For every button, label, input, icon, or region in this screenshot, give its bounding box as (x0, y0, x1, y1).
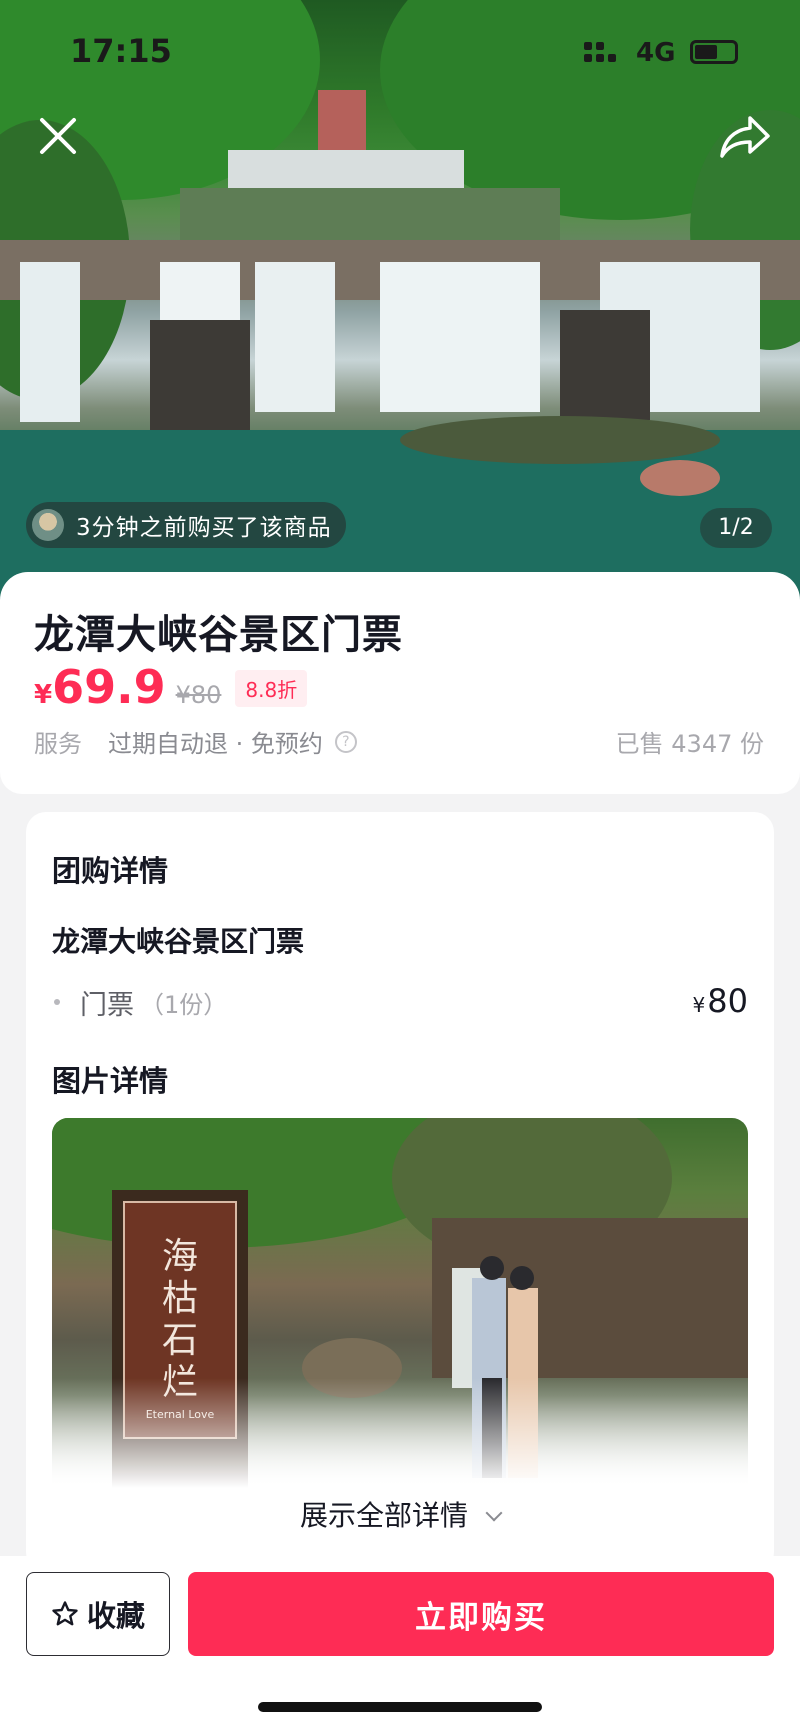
home-indicator (258, 1702, 542, 1712)
current-price: 69.9 (52, 660, 166, 714)
discount-badge: 8.8折 (235, 670, 308, 707)
list-item: 门票 （1份） ¥80 (52, 980, 748, 1024)
image-details-title: 图片详情 (52, 1064, 169, 1098)
svg-text:海: 海 (162, 1236, 198, 1277)
status-bar: 17:15 4G (0, 0, 800, 100)
favorite-button[interactable]: 收藏 (26, 1572, 170, 1656)
share-button[interactable] (714, 108, 776, 164)
hero-image-carousel[interactable]: 17:15 4G 3分钟之前购买了该商品 1/2 (0, 0, 800, 600)
star-icon (52, 1601, 78, 1626)
original-price: ¥80 (175, 681, 222, 709)
close-icon (40, 118, 76, 154)
product-info-card: 龙潭大峡谷景区门票 ¥ 69.9 ¥80 8.8折 服务 过期自动退 · 免预约… (0, 572, 800, 794)
service-row[interactable]: 服务 过期自动退 · 免预约 ? (34, 724, 357, 759)
page-indicator: 1/2 (700, 508, 772, 548)
image-fade (52, 1378, 748, 1488)
share-icon (720, 116, 770, 158)
item-quantity: （1份） (140, 990, 228, 1019)
item-price-value: 80 (707, 982, 748, 1020)
svg-text:石: 石 (162, 1320, 198, 1361)
close-button[interactable] (30, 108, 86, 164)
bottom-action-bar: 收藏 立即购买 (0, 1556, 800, 1731)
item-price: ¥80 (693, 982, 748, 1020)
chevron-down-icon (485, 1504, 503, 1522)
product-title: 龙潭大峡谷景区门票 (34, 612, 403, 658)
favorite-label: 收藏 (86, 1599, 145, 1633)
battery-icon (690, 40, 738, 64)
service-text: 过期自动退 · 免预约 (108, 730, 323, 758)
help-icon[interactable]: ? (334, 730, 357, 753)
show-all-label: 展示全部详情 (299, 1499, 468, 1532)
buy-now-button[interactable]: 立即购买 (188, 1572, 774, 1656)
deal-details-card: 团购详情 龙潭大峡谷景区门票 门票 （1份） ¥80 图片详情 海 枯 石 烂 … (26, 812, 774, 1572)
sold-count: 已售 4347 份 (615, 730, 764, 758)
status-time: 17:15 (70, 32, 172, 70)
network-type: 4G (636, 38, 676, 68)
detail-image[interactable]: 海 枯 石 烂 Eternal Love (52, 1118, 748, 1488)
signal-icon (584, 42, 616, 66)
item-name: 门票 (80, 989, 134, 1021)
item-price-currency: ¥ (692, 993, 706, 1017)
price-currency: ¥ (34, 680, 53, 710)
avatar (32, 509, 64, 541)
show-all-details-button[interactable]: 展示全部详情 (26, 1494, 774, 1550)
group-details-title: 团购详情 (52, 854, 169, 888)
svg-text:枯: 枯 (162, 1278, 198, 1319)
service-label: 服务 (34, 730, 82, 758)
deal-name: 龙潭大峡谷景区门票 (52, 925, 305, 958)
bullet-icon (54, 999, 60, 1005)
price-row: ¥ 69.9 ¥80 8.8折 (34, 660, 308, 720)
recent-buyer-text: 3分钟之前购买了该商品 (76, 515, 332, 541)
buy-now-label: 立即购买 (415, 1599, 547, 1636)
recent-buyer-toast: 3分钟之前购买了该商品 (26, 502, 346, 548)
